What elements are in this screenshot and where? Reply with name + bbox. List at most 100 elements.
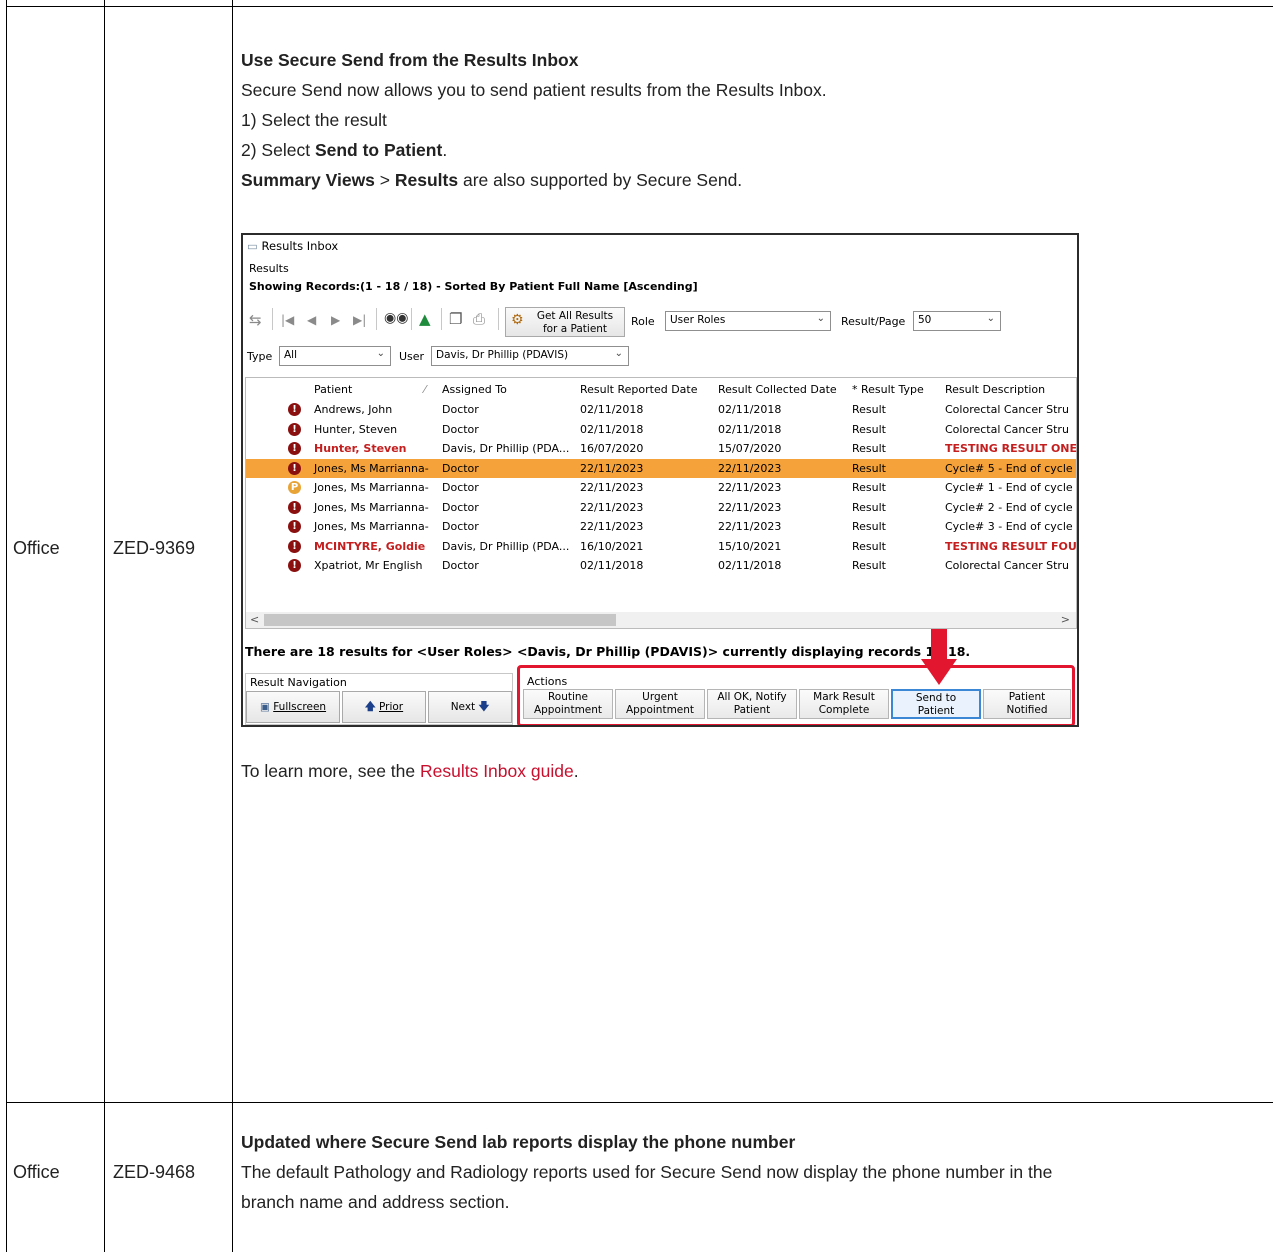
last-page-icon[interactable]: ▶| <box>353 313 366 327</box>
table-row[interactable]: ! Xpatriot, Mr English Doctor 02/11/2018 02/… <box>246 556 1076 576</box>
cell-patient: MCINTYRE, Goldie <box>314 539 426 553</box>
table-border-top <box>6 6 1273 7</box>
cell-desc: Colorectal Cancer Stru <box>945 403 1069 416</box>
get-all-results-line2: for a Patient <box>542 323 608 335</box>
next-button[interactable]: Next 🡇 <box>428 691 512 723</box>
open-result-icon[interactable]: ▲ <box>419 310 431 328</box>
fullscreen-icon: ▣ <box>259 701 270 713</box>
note-step-1: 1) Select the result <box>241 110 387 130</box>
action-button[interactable]: Mark Result Complete <box>799 689 889 719</box>
chevron-down-icon: ⌄ <box>986 313 995 324</box>
table-row[interactable]: ! Hunter, Steven Davis, Dr Phillip (PDA...… <box>246 439 1078 459</box>
table-row[interactable]: ! Andrews, John Doctor 02/11/2018 02/11/2018… <box>246 400 1076 420</box>
cell-assigned: Doctor <box>442 403 479 416</box>
result-page-select[interactable]: 50 ⌄ <box>913 311 1001 331</box>
cell-desc: TESTING RESULT FOUI <box>945 539 1079 553</box>
action-buttons: Routine Appointment Urgent Appointment All O… <box>523 659 1073 725</box>
cell-reported: 22/11/2023 <box>580 481 644 494</box>
step-2-bold: Send to Patient <box>314 140 443 160</box>
table-divider-1 <box>104 0 105 1252</box>
table-row[interactable]: ! Jones, Ms Marrianna- Doctor 22/11/2023 22/… <box>246 458 1076 478</box>
action-button[interactable]: Urgent Appointment <box>615 689 705 719</box>
arrow-down-icon: 🡇 <box>478 701 490 713</box>
cell-desc: Cycle# 1 - End of cycle <box>945 481 1073 494</box>
cell-collected: 15/07/2020 <box>718 442 782 455</box>
chevron-down-icon: ⌄ <box>816 313 825 324</box>
get-all-results-line1: Get All Results <box>536 310 614 322</box>
scroll-right-icon[interactable]: > <box>1061 613 1070 626</box>
table-row[interactable]: ! MCINTYRE, Goldie Davis, Dr Phillip (PDA.… <box>246 537 1079 557</box>
cell-desc: Cycle# 2 - End of cycle <box>945 500 1073 514</box>
toolbar-separator <box>376 308 377 330</box>
toolbar-separator <box>441 308 442 330</box>
alert-status-icon: ! <box>288 500 301 514</box>
alert-status-icon: ! <box>288 422 301 436</box>
next-label: Next <box>450 701 476 713</box>
scroll-left-icon[interactable]: < <box>250 613 259 626</box>
table-row[interactable]: ! Hunter, Steven Doctor 02/11/2018 02/11/201… <box>246 420 1076 440</box>
note-intro: Secure Send now allows you to send patie… <box>241 80 827 100</box>
note-heading: Updated where Secure Send lab reports di… <box>241 1132 796 1152</box>
cell-reported: 02/11/2018 <box>580 403 644 416</box>
note-body-line-1: The default Pathology and Radiology repo… <box>241 1162 1053 1182</box>
cell-desc: TESTING RESULT ONE <box>945 442 1078 455</box>
role-select[interactable]: User Roles ⌄ <box>665 311 831 331</box>
cell-desc: Colorectal Cancer Stru <box>945 559 1069 572</box>
get-all-results-button[interactable]: ⚙ Get All Results for a Patient <box>505 307 625 337</box>
cell-assigned: Doctor <box>442 500 479 514</box>
user-label: User <box>399 350 425 363</box>
toolbar-separator <box>272 308 273 330</box>
previous-page-icon[interactable]: ◀ <box>307 313 316 327</box>
fullscreen-button[interactable]: ▣ Fullscreen <box>246 691 340 723</box>
column-assigned-to[interactable]: Assigned To <box>442 383 507 396</box>
cell-assigned: Doctor <box>442 422 479 436</box>
prior-button[interactable]: 🡅 Prior <box>342 691 426 723</box>
type-select[interactable]: All ⌄ <box>279 346 391 366</box>
results-inbox-guide-link[interactable]: Results Inbox guide <box>420 761 574 781</box>
send-to-patient-button[interactable]: Send to Patient <box>891 689 981 719</box>
table-row[interactable]: ! Jones, Ms Marrianna- Doctor 22/11/2023 22/… <box>246 498 1076 518</box>
action-button[interactable]: All OK, Notify Patient <box>707 689 797 719</box>
step-2-prefix: 2) Select <box>241 140 315 160</box>
action-button-line2: Appointment <box>625 704 695 716</box>
action-button[interactable]: Patient Notified <box>983 689 1071 719</box>
chevron-down-icon: ⌄ <box>614 348 623 359</box>
action-button[interactable]: Routine Appointment <box>523 689 613 719</box>
cell-type: Result <box>852 559 886 572</box>
cell-assigned: Doctor <box>442 559 479 572</box>
cell-type: Result <box>852 500 886 514</box>
action-button-line2: Appointment <box>533 704 603 716</box>
scrollbar-thumb[interactable] <box>264 614 616 626</box>
copy-icon[interactable]: ❐ <box>449 310 462 328</box>
summary-suffix: are also supported by Secure Send. <box>458 170 743 190</box>
action-button-line2: Patient <box>917 705 955 717</box>
results-inbox-screenshot: ▭ Results Inbox Results Showing Records:… <box>241 233 1079 727</box>
table-row[interactable]: ! Jones, Ms Marrianna- Doctor 22/11/2023 22/… <box>246 517 1076 537</box>
column-result-type[interactable]: * Result Type <box>852 383 924 396</box>
table-row[interactable]: P Jones, Ms Marrianna- Doctor 22/11/2023 22/… <box>246 478 1076 498</box>
type-value: All <box>284 349 298 361</box>
binoculars-icon[interactable]: ◉◉ <box>384 310 408 326</box>
column-patient[interactable]: Patient <box>314 383 352 396</box>
refresh-icon[interactable]: ⇆ <box>249 311 262 329</box>
action-button-line2: Patient <box>733 704 771 716</box>
result-navigation-group: Result Navigation ▣ Fullscreen 🡅 Prior N… <box>245 673 513 725</box>
cell-reported: 22/11/2023 <box>580 500 644 514</box>
cell-reported: 02/11/2018 <box>580 422 644 436</box>
column-reported-date[interactable]: Result Reported Date <box>580 383 698 396</box>
user-select[interactable]: Davis, Dr Phillip (PDAVIS) ⌄ <box>431 346 629 366</box>
horizontal-scrollbar[interactable]: < > <box>246 612 1076 628</box>
learn-more-prefix: To learn more, see the <box>241 761 420 781</box>
note-step-2: 2) Select Send to Patient. <box>241 135 1261 165</box>
column-collected-date[interactable]: Result Collected Date <box>718 383 837 396</box>
role-value: User Roles <box>670 314 726 326</box>
column-result-description[interactable]: Result Description <box>945 383 1045 396</box>
table-divider-2 <box>232 0 233 1252</box>
cell-reported: 02/11/2018 <box>580 559 644 572</box>
print-icon[interactable]: ⎙ <box>473 310 485 328</box>
first-page-icon[interactable]: |◀ <box>281 313 294 327</box>
next-page-icon[interactable]: ▶ <box>331 313 340 327</box>
cell-patient: Jones, Ms Marrianna- <box>314 520 429 533</box>
result-page-label: Result/Page <box>841 315 906 328</box>
toolbar-separator <box>498 308 499 330</box>
